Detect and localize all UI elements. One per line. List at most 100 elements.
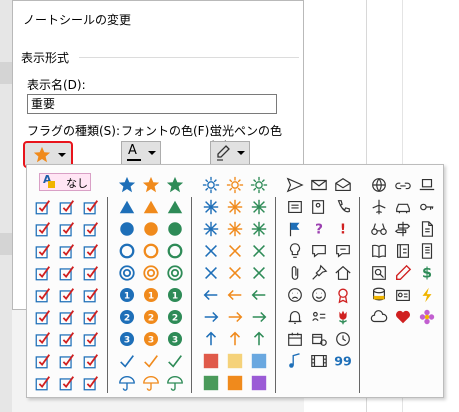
cross-icon[interactable] <box>249 241 269 261</box>
font-color-dropdown[interactable]: A <box>121 141 161 165</box>
calendar-icon[interactable] <box>285 329 305 349</box>
arrow-up-icon[interactable] <box>201 329 221 349</box>
color-square-icon[interactable] <box>225 373 245 393</box>
number-1-icon[interactable]: 1 <box>141 285 161 305</box>
car-icon[interactable] <box>393 197 413 217</box>
link-icon[interactable] <box>393 175 413 195</box>
checkbox-icon[interactable] <box>81 219 101 239</box>
checkbox-icon[interactable] <box>57 263 77 283</box>
asterisk-icon[interactable] <box>201 197 221 217</box>
ribbon-icon[interactable] <box>333 285 353 305</box>
checkbox-icon[interactable] <box>81 329 101 349</box>
checkbox-icon[interactable] <box>57 285 77 305</box>
number-3-icon[interactable]: 3 <box>165 329 185 349</box>
circle-icon[interactable] <box>141 219 161 239</box>
checkbox-icon[interactable] <box>57 307 77 327</box>
checkbox-icon[interactable] <box>33 351 53 371</box>
arrow-up-icon[interactable] <box>249 329 269 349</box>
pin-icon[interactable] <box>309 263 329 283</box>
display-name-input[interactable]: 重要 <box>27 94 277 114</box>
checkbox-icon[interactable] <box>81 263 101 283</box>
film-icon[interactable] <box>309 351 329 371</box>
color-square-icon[interactable] <box>201 351 221 371</box>
tulip-icon[interactable] <box>333 307 353 327</box>
number-3-icon[interactable]: 3 <box>117 329 137 349</box>
checkbox-icon[interactable] <box>33 263 53 283</box>
number-1-icon[interactable]: 1 <box>117 285 137 305</box>
signpost-icon[interactable] <box>393 219 413 239</box>
smiley-icon[interactable] <box>309 285 329 305</box>
sun-icon[interactable] <box>249 175 269 195</box>
arrow-right-icon[interactable] <box>201 307 221 327</box>
asterisk-icon[interactable] <box>249 197 269 217</box>
flag-icon[interactable] <box>285 219 305 239</box>
no-flag-option[interactable]: A なし <box>39 173 91 191</box>
color-square-icon[interactable] <box>249 373 269 393</box>
checkbox-icon[interactable] <box>33 329 53 349</box>
checkbox-icon[interactable] <box>81 351 101 371</box>
umbrella-icon[interactable] <box>117 373 137 393</box>
flower-icon[interactable] <box>417 307 437 327</box>
phone-icon[interactable] <box>333 197 353 217</box>
star-icon[interactable] <box>141 175 161 195</box>
music-note-icon[interactable] <box>285 351 305 371</box>
checkbox-icon[interactable] <box>33 241 53 261</box>
pencil-icon[interactable] <box>393 263 413 283</box>
person-card-icon[interactable] <box>309 197 329 217</box>
search-icon[interactable] <box>369 263 389 283</box>
schedule-icon[interactable] <box>309 329 329 349</box>
checkbox-icon[interactable] <box>81 373 101 393</box>
arrow-left-icon[interactable] <box>201 285 221 305</box>
cross-icon[interactable] <box>249 263 269 283</box>
key-icon[interactable] <box>417 197 437 217</box>
question-icon[interactable]: ? <box>309 219 329 239</box>
dollar-icon[interactable]: $ <box>417 263 437 283</box>
checkbox-icon[interactable] <box>81 285 101 305</box>
asterisk-icon[interactable] <box>201 219 221 239</box>
checkmark-icon[interactable] <box>141 351 161 371</box>
cross-icon[interactable] <box>225 241 245 261</box>
checkmark-icon[interactable] <box>165 351 185 371</box>
heart-icon[interactable] <box>393 307 413 327</box>
house-icon[interactable] <box>333 263 353 283</box>
sun-icon[interactable] <box>201 175 221 195</box>
highlight-color-dropdown[interactable] <box>210 141 250 165</box>
double-ring-icon[interactable] <box>141 263 161 283</box>
book-icon[interactable] <box>369 241 389 261</box>
asterisk-icon[interactable] <box>249 219 269 239</box>
triangle-icon[interactable] <box>141 197 161 217</box>
globe-icon[interactable] <box>369 175 389 195</box>
umbrella-icon[interactable] <box>141 373 161 393</box>
document-icon[interactable] <box>417 219 437 239</box>
color-square-icon[interactable] <box>249 351 269 371</box>
sad-face-icon[interactable] <box>285 285 305 305</box>
envelope-icon[interactable] <box>309 175 329 195</box>
airplane-icon[interactable] <box>369 197 389 217</box>
exclamation-icon[interactable]: ! <box>333 219 353 239</box>
comment-icon[interactable] <box>333 241 353 261</box>
checkbox-icon[interactable] <box>57 219 77 239</box>
checkbox-icon[interactable] <box>57 351 77 371</box>
number-3-icon[interactable]: 3 <box>141 329 161 349</box>
ring-icon[interactable] <box>141 241 161 261</box>
lightbulb-icon[interactable] <box>285 241 305 261</box>
cross-icon[interactable] <box>201 241 221 261</box>
arrow-right-icon[interactable] <box>249 307 269 327</box>
asterisk-icon[interactable] <box>225 219 245 239</box>
speech-bubble-icon[interactable] <box>309 241 329 261</box>
arrow-up-icon[interactable] <box>225 329 245 349</box>
cloud-icon[interactable] <box>369 307 389 327</box>
double-ring-icon[interactable] <box>117 263 137 283</box>
checkbox-icon[interactable] <box>33 285 53 305</box>
open-envelope-icon[interactable] <box>333 175 353 195</box>
number-2-icon[interactable]: 2 <box>165 307 185 327</box>
triangle-icon[interactable] <box>165 197 185 217</box>
database-icon[interactable] <box>369 285 389 305</box>
send-icon[interactable] <box>285 175 305 195</box>
arrow-right-icon[interactable] <box>225 307 245 327</box>
bell-icon[interactable] <box>285 307 305 327</box>
cross-icon[interactable] <box>225 263 245 283</box>
ring-icon[interactable] <box>165 241 185 261</box>
checkbox-icon[interactable] <box>81 307 101 327</box>
id-card-icon[interactable] <box>393 285 413 305</box>
